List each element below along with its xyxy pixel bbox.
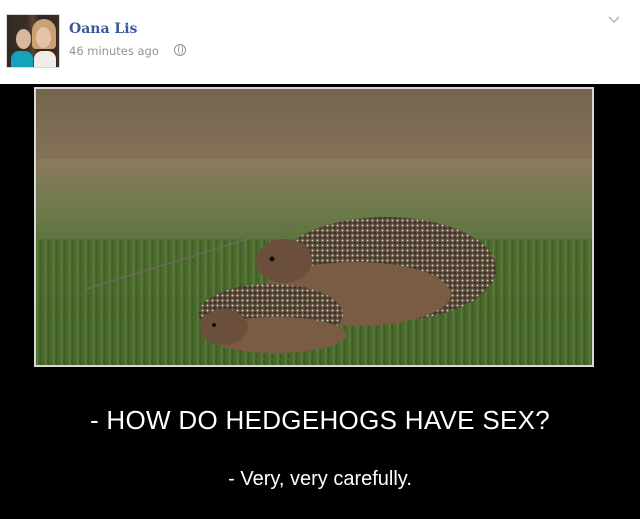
poster-subline: - Very, very carefully. bbox=[228, 468, 412, 490]
globe-icon[interactable] bbox=[174, 44, 186, 56]
hedgehog-photo bbox=[34, 87, 594, 367]
chevron-down-icon[interactable] bbox=[606, 14, 622, 26]
author-name[interactable]: Oana Lis bbox=[69, 21, 137, 37]
post-header: Oana Lis 46 minutes ago bbox=[0, 0, 640, 84]
poster-headline: - HOW DO HEDGEHOGS HAVE SEX? bbox=[89, 405, 551, 435]
hedgehog-photo-art bbox=[36, 89, 592, 365]
post-timestamp[interactable]: 46 minutes ago bbox=[69, 44, 159, 58]
avatar[interactable] bbox=[6, 14, 60, 68]
post-image[interactable]: - HOW DO HEDGEHOGS HAVE SEX? - Very, ver… bbox=[0, 84, 640, 519]
